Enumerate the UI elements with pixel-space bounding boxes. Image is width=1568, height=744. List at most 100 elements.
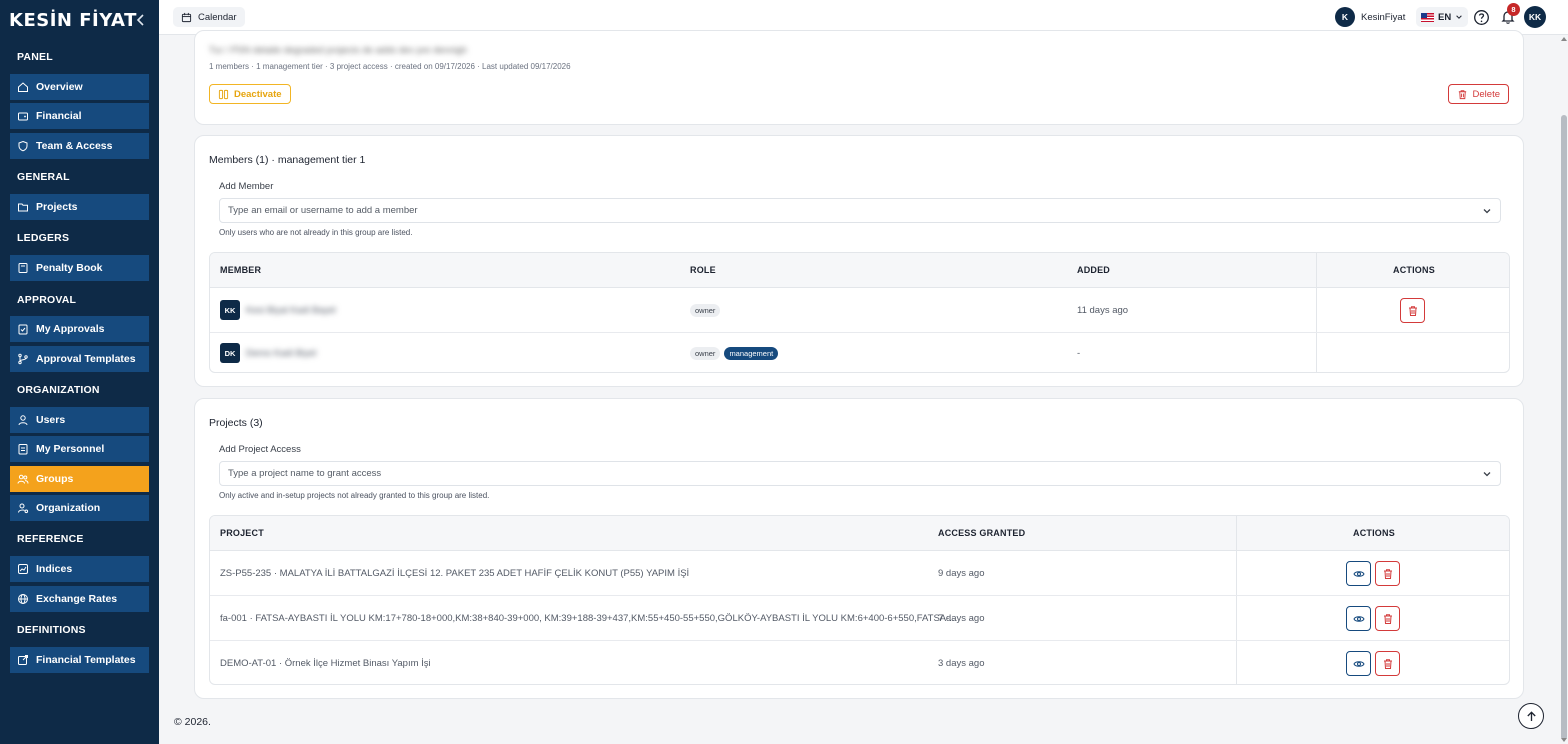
- remove-member-button[interactable]: [1400, 298, 1425, 323]
- app-logo[interactable]: KESİN FİYAT: [9, 10, 137, 31]
- add-project-hint: Only active and in-setup projects not al…: [219, 491, 490, 500]
- column-header-actions: ACTIONS: [1393, 265, 1435, 275]
- member-initials-avatar: KK: [220, 300, 240, 320]
- sidebar-item-exchange-rates[interactable]: Exchange Rates: [10, 586, 149, 612]
- table-row: DK Demo Kadi Biyel owner management -: [210, 333, 1509, 372]
- us-flag-icon: [1421, 12, 1434, 22]
- sidebar-item-team-access[interactable]: Team & Access: [10, 133, 149, 159]
- add-member-placeholder: Type an email or username to add a membe…: [228, 205, 418, 216]
- sidebar-item-label: Projects: [36, 201, 78, 213]
- column-header-access-granted: ACCESS GRANTED: [938, 528, 1026, 538]
- revoke-project-button[interactable]: [1375, 651, 1400, 676]
- member-name: Demo Kadi Biyel: [246, 348, 317, 359]
- section-title-general: GENERAL: [17, 171, 70, 183]
- projects-card: Projects (3) Add Project Access Type a p…: [194, 398, 1524, 699]
- users-icon: [17, 473, 29, 485]
- folder-icon: [17, 201, 29, 213]
- project-name: DEMO-AT-01 · Örnek İlçe Hizmet Binası Ya…: [220, 658, 431, 669]
- sidebar-item-groups[interactable]: Groups: [10, 466, 149, 492]
- member-roles: owner management: [690, 347, 782, 360]
- add-member-select[interactable]: Type an email or username to add a membe…: [219, 198, 1501, 223]
- sidebar-item-my-approvals[interactable]: My Approvals: [10, 316, 149, 342]
- sidebar-item-approval-templates[interactable]: Approval Templates: [10, 346, 149, 372]
- deactivate-label: Deactivate: [234, 88, 282, 100]
- sidebar-item-label: Financial: [36, 110, 82, 122]
- member-added: 11 days ago: [1077, 305, 1129, 316]
- book-icon: [17, 262, 29, 274]
- sidebar-item-financial-templates[interactable]: Financial Templates: [10, 647, 149, 673]
- sidebar-item-label: Financial Templates: [36, 654, 136, 666]
- members-title: Members (1) · management tier 1: [209, 154, 366, 166]
- wallet-icon: [17, 110, 29, 122]
- column-header-role: ROLE: [690, 265, 716, 275]
- sidebar-item-label: My Approvals: [36, 323, 105, 335]
- calendar-icon: [181, 12, 192, 22]
- calendar-button[interactable]: Calendar: [173, 7, 245, 27]
- sidebar-item-financial[interactable]: Financial: [10, 103, 149, 129]
- page-scrollbar[interactable]: [1560, 35, 1568, 744]
- account-switcher[interactable]: K KesinFiyat: [1335, 7, 1405, 27]
- help-icon[interactable]: [1473, 9, 1490, 26]
- user-cog-icon: [17, 502, 29, 514]
- clipboard-check-icon: [17, 323, 29, 335]
- sidebar-item-label: Team & Access: [36, 140, 113, 152]
- projects-table: PROJECT ACCESS GRANTED ACTIONS ZS-P55-23…: [209, 515, 1510, 685]
- sidebar-item-my-personnel[interactable]: My Personnel: [10, 436, 149, 462]
- table-row: ZS-P55-235 · MALATYA İLİ BATTALGAZİ İLÇE…: [210, 551, 1509, 596]
- sidebar-item-label: Penalty Book: [36, 262, 103, 274]
- delete-group-button[interactable]: Delete: [1447, 84, 1509, 104]
- table-header: PROJECT ACCESS GRANTED ACTIONS: [210, 516, 1509, 551]
- scroll-to-top-button[interactable]: [1518, 703, 1544, 729]
- column-header-actions: ACTIONS: [1353, 528, 1395, 538]
- group-summary-card: Tur / PSN detaile degraded projects de a…: [194, 30, 1524, 125]
- language-label: EN: [1438, 11, 1452, 23]
- section-title-organization: ORGANIZATION: [17, 384, 100, 396]
- sidebar-item-projects[interactable]: Projects: [10, 194, 149, 220]
- section-title-approval: APPROVAL: [17, 294, 77, 306]
- members-card: Members (1) · management tier 1 Add Memb…: [194, 135, 1524, 387]
- id-card-icon: [17, 443, 29, 455]
- scrollbar-thumb[interactable]: [1561, 115, 1567, 740]
- group-meta: 1 members · 1 management tier · 3 projec…: [209, 62, 571, 71]
- view-project-button[interactable]: [1346, 651, 1371, 676]
- notification-count-badge: 8: [1507, 3, 1520, 16]
- sidebar-item-users[interactable]: Users: [10, 407, 149, 433]
- chevron-down-icon: [1483, 472, 1491, 477]
- sidebar-item-penalty-book[interactable]: Penalty Book: [10, 255, 149, 281]
- member-name: Kesi Biyal Kadi Bayel: [246, 305, 336, 316]
- scroll-down-arrow[interactable]: [1561, 738, 1567, 742]
- git-branch-icon: [17, 353, 29, 365]
- member-added: -: [1077, 348, 1081, 359]
- revoke-project-button[interactable]: [1375, 606, 1400, 631]
- column-header-added: ADDED: [1077, 265, 1111, 275]
- user-avatar[interactable]: KK: [1524, 6, 1546, 28]
- shield-icon: [17, 140, 29, 152]
- view-project-button[interactable]: [1346, 561, 1371, 586]
- add-project-select[interactable]: Type a project name to grant access: [219, 461, 1501, 486]
- globe-icon: [17, 593, 29, 605]
- project-name: fa-001 · FATSA-AYBASTI İL YOLU KM:17+780…: [220, 613, 958, 624]
- section-title-definitions: DEFINITIONS: [17, 624, 86, 636]
- trash-icon: [1383, 658, 1392, 669]
- scroll-up-arrow[interactable]: [1561, 37, 1567, 41]
- eye-icon: [1352, 615, 1365, 622]
- project-access-granted: 3 days ago: [938, 658, 985, 669]
- table-row: fa-001 · FATSA-AYBASTI İL YOLU KM:17+780…: [210, 596, 1509, 641]
- sidebar-item-indices[interactable]: Indices: [10, 556, 149, 582]
- revoke-project-button[interactable]: [1375, 561, 1400, 586]
- trash-icon: [1383, 568, 1392, 579]
- calendar-label: Calendar: [198, 11, 237, 23]
- sidebar-item-overview[interactable]: Overview: [10, 74, 149, 100]
- section-title-ledgers: LEDGERS: [17, 232, 70, 244]
- chevron-down-icon: [1483, 209, 1491, 214]
- user-icon: [17, 414, 29, 426]
- language-selector[interactable]: EN: [1416, 7, 1469, 27]
- external-doc-icon: [17, 654, 29, 666]
- view-project-button[interactable]: [1346, 606, 1371, 631]
- chevron-left-icon[interactable]: [134, 12, 148, 28]
- sidebar-item-organization[interactable]: Organization: [10, 495, 149, 521]
- deactivate-button[interactable]: Deactivate: [209, 84, 291, 104]
- arrow-up-icon: [1526, 710, 1536, 721]
- add-member-hint: Only users who are not already in this g…: [219, 228, 413, 237]
- sidebar-item-label: Overview: [36, 81, 83, 93]
